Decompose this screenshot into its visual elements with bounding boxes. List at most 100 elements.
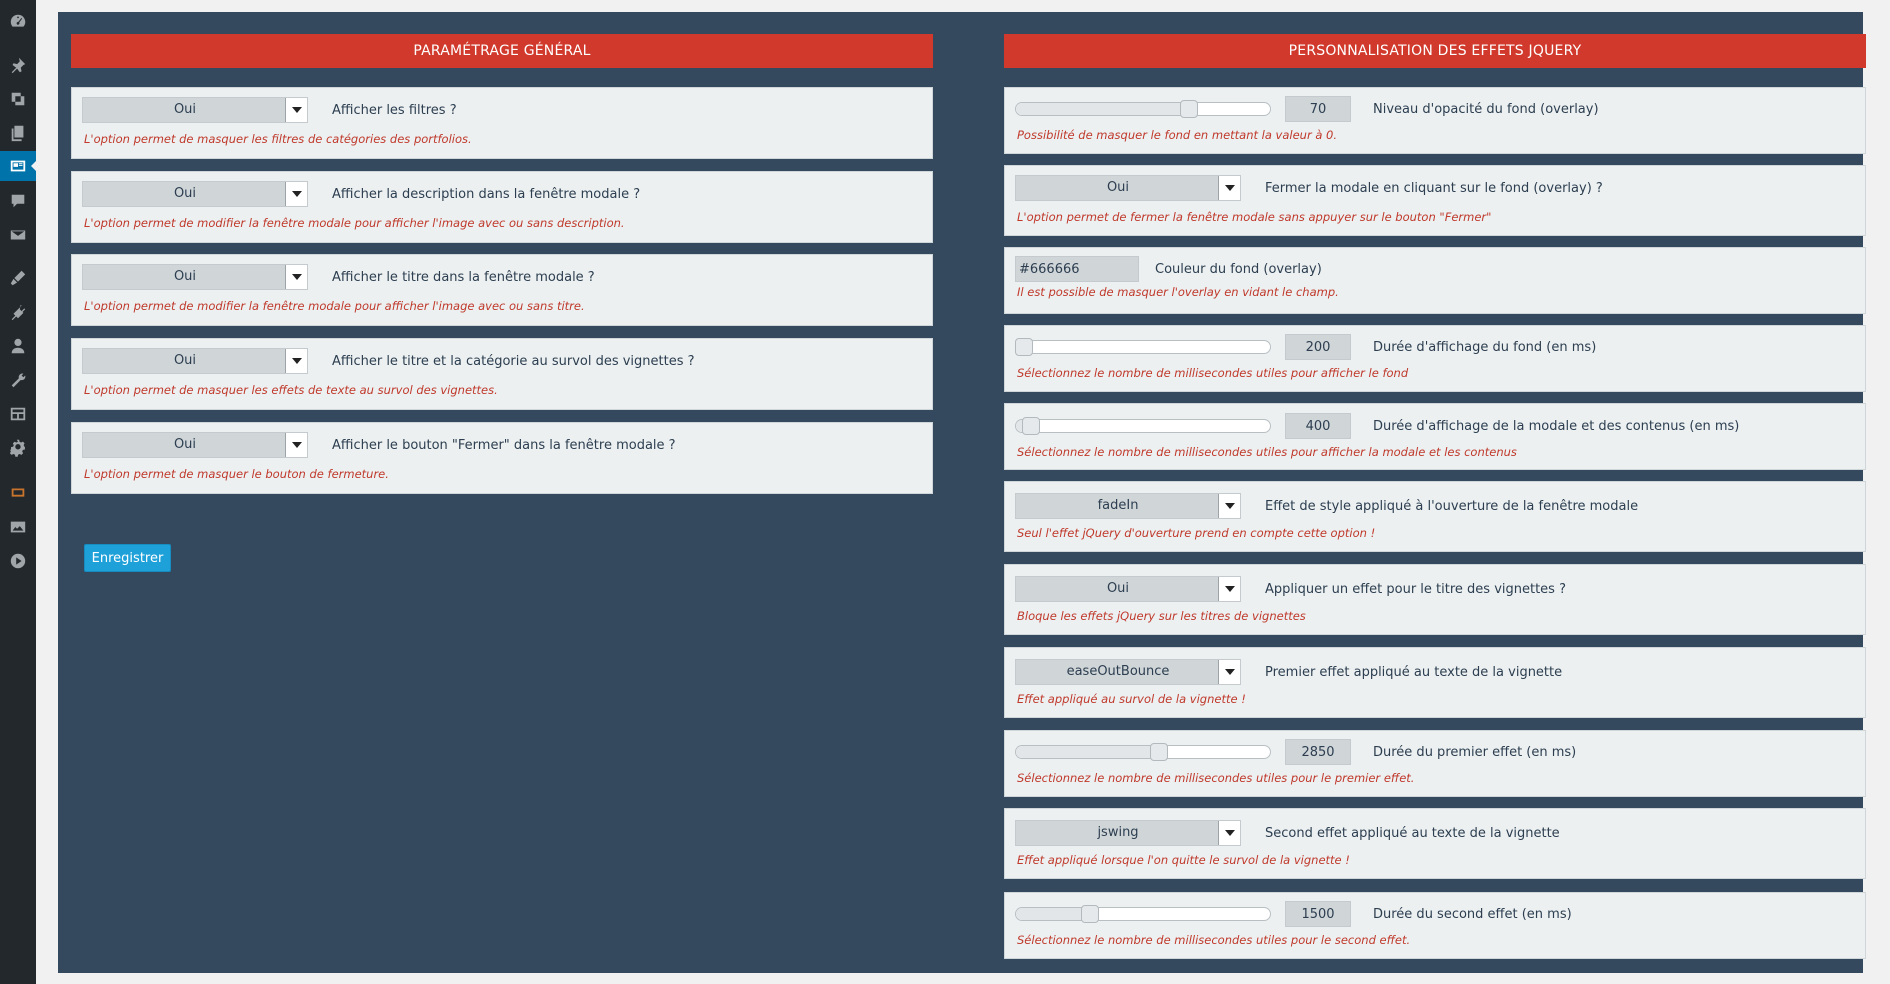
- second-effect-label: Second effet appliqué au texte de la vig…: [1265, 825, 1560, 841]
- appearance-icon[interactable]: [0, 263, 36, 293]
- chevron-down-icon: [285, 182, 307, 206]
- mail-icon[interactable]: [0, 220, 36, 250]
- option-card: Oui Afficher le bouton "Fermer" dans la …: [71, 422, 933, 494]
- option-card: Oui Afficher la description dans la fenê…: [71, 171, 933, 243]
- chevron-down-icon: [1218, 577, 1240, 601]
- first-effect-duration-slider[interactable]: [1015, 743, 1271, 761]
- option-card: Durée du second effet (en ms) Sélectionn…: [1004, 892, 1866, 959]
- plugins-icon[interactable]: [0, 297, 36, 327]
- play-icon[interactable]: [0, 546, 36, 576]
- show-title-select[interactable]: Oui: [82, 264, 308, 290]
- option-card: fadeIn Effet de style appliqué à l'ouver…: [1004, 481, 1866, 552]
- option-card: Durée d'affichage du fond (en ms) Sélect…: [1004, 325, 1866, 392]
- modal-duration-input[interactable]: [1285, 413, 1351, 439]
- first-effect-label: Premier effet appliqué au texte de la vi…: [1265, 664, 1563, 680]
- option-card: Niveau d'opacité du fond (overlay) Possi…: [1004, 87, 1866, 154]
- close-on-overlay-select[interactable]: Oui: [1015, 175, 1241, 201]
- show-description-select[interactable]: Oui: [82, 181, 308, 207]
- overlay-color-label: Couleur du fond (overlay): [1155, 261, 1322, 277]
- chevron-down-icon: [285, 349, 307, 373]
- overlay-opacity-label: Niveau d'opacité du fond (overlay): [1373, 101, 1599, 117]
- slider-handle[interactable]: [1150, 743, 1168, 761]
- slider-handle[interactable]: [1015, 338, 1033, 356]
- overlay-opacity-input[interactable]: [1285, 96, 1351, 122]
- overlay-duration-slider[interactable]: [1015, 338, 1271, 356]
- help-text: Sélectionnez le nombre de millisecondes …: [1017, 771, 1415, 785]
- option-card: jswing Second effet appliqué au texte de…: [1004, 808, 1866, 879]
- show-title-label: Afficher le titre dans la fenêtre modale…: [332, 269, 595, 285]
- option-card: Oui Appliquer un effet pour le titre des…: [1004, 564, 1866, 635]
- help-text: Sélectionnez le nombre de millisecondes …: [1017, 933, 1411, 947]
- help-text: L'option permet de modifier la fenêtre m…: [84, 216, 625, 230]
- settings-panel: PARAMÉTRAGE GÉNÉRAL Oui Afficher les fil…: [58, 12, 1866, 973]
- opening-effect-label: Effet de style appliqué à l'ouverture de…: [1265, 498, 1639, 514]
- comments-icon[interactable]: [0, 186, 36, 216]
- help-text: Sélectionnez le nombre de millisecondes …: [1017, 366, 1409, 380]
- help-text: L'option permet de masquer le bouton de …: [84, 467, 389, 481]
- option-card: Oui Afficher le titre dans la fenêtre mo…: [71, 254, 933, 326]
- second-effect-duration-slider[interactable]: [1015, 905, 1271, 923]
- option-card: Durée du premier effet (en ms) Sélection…: [1004, 730, 1866, 797]
- dashboard-icon[interactable]: [0, 6, 36, 36]
- slides-icon[interactable]: [0, 478, 36, 508]
- show-filters-select[interactable]: Oui: [82, 97, 308, 123]
- help-text: Sélectionnez le nombre de millisecondes …: [1017, 445, 1517, 459]
- help-text: L'option permet de fermer la fenêtre mod…: [1017, 210, 1492, 224]
- chevron-down-icon: [285, 98, 307, 122]
- show-close-button-label: Afficher le bouton "Fermer" dans la fenê…: [332, 437, 676, 453]
- slider-handle[interactable]: [1180, 100, 1198, 118]
- option-card: Oui Afficher le titre et la catégorie au…: [71, 338, 933, 410]
- show-filters-label: Afficher les filtres ?: [332, 102, 457, 118]
- first-effect-duration-label: Durée du premier effet (en ms): [1373, 744, 1577, 760]
- chevron-down-icon: [1218, 494, 1240, 518]
- users-icon[interactable]: [0, 331, 36, 361]
- help-text: Effet appliqué au survol de la vignette …: [1017, 692, 1246, 706]
- show-hover-title-label: Afficher le titre et la catégorie au sur…: [332, 353, 695, 369]
- option-card: Couleur du fond (overlay) Il est possibl…: [1004, 247, 1866, 314]
- slider-handle[interactable]: [1081, 905, 1099, 923]
- option-card: Durée d'affichage de la modale et des co…: [1004, 403, 1866, 470]
- overlay-opacity-slider[interactable]: [1015, 100, 1271, 118]
- admin-sidebar: [0, 0, 37, 984]
- jquery-effects-header: PERSONNALISATION DES EFFETS JQUERY: [1004, 34, 1866, 68]
- option-card: Oui Fermer la modale en cliquant sur le …: [1004, 165, 1866, 236]
- modal-duration-slider[interactable]: [1015, 417, 1271, 435]
- show-description-label: Afficher la description dans la fenêtre …: [332, 186, 641, 202]
- second-effect-select[interactable]: jswing: [1015, 820, 1241, 846]
- help-text: L'option permet de masquer les effets de…: [84, 383, 498, 397]
- show-hover-title-select[interactable]: Oui: [82, 348, 308, 374]
- close-on-overlay-label: Fermer la modale en cliquant sur le fond…: [1265, 180, 1603, 196]
- gallery-icon[interactable]: [0, 512, 36, 542]
- first-effect-duration-input[interactable]: [1285, 739, 1351, 765]
- chevron-down-icon: [1218, 821, 1240, 845]
- help-text: Effet appliqué lorsque l'on quitte le su…: [1017, 853, 1350, 867]
- help-text: Seul l'effet jQuery d'ouverture prend en…: [1017, 526, 1376, 540]
- settings-icon[interactable]: [0, 433, 36, 463]
- help-text: Bloque les effets jQuery sur les titres …: [1017, 609, 1306, 623]
- second-effect-duration-input[interactable]: [1285, 901, 1351, 927]
- option-card: easeOutBounce Premier effet appliqué au …: [1004, 647, 1866, 718]
- help-text: L'option permet de modifier la fenêtre m…: [84, 299, 585, 313]
- pin-icon[interactable]: [0, 50, 36, 80]
- tools-icon[interactable]: [0, 365, 36, 395]
- modal-duration-label: Durée d'affichage de la modale et des co…: [1373, 418, 1740, 434]
- chevron-down-icon: [285, 265, 307, 289]
- opening-effect-select[interactable]: fadeIn: [1015, 493, 1241, 519]
- show-close-button-select[interactable]: Oui: [82, 432, 308, 458]
- help-text: Possibilité de masquer le fond en mettan…: [1017, 128, 1338, 142]
- layout-icon[interactable]: [0, 399, 36, 429]
- overlay-duration-input[interactable]: [1285, 334, 1351, 360]
- portfolio-icon[interactable]: [0, 151, 37, 181]
- thumbnail-title-effect-select[interactable]: Oui: [1015, 576, 1241, 602]
- save-button[interactable]: Enregistrer: [84, 544, 171, 572]
- media-icon[interactable]: [0, 84, 36, 114]
- overlay-color-input[interactable]: [1015, 256, 1139, 282]
- slider-handle[interactable]: [1022, 417, 1040, 435]
- second-effect-duration-label: Durée du second effet (en ms): [1373, 906, 1572, 922]
- first-effect-select[interactable]: easeOutBounce: [1015, 659, 1241, 685]
- help-text: L'option permet de masquer les filtres d…: [84, 132, 472, 146]
- chevron-down-icon: [285, 433, 307, 457]
- pages-icon[interactable]: [0, 118, 36, 148]
- overlay-duration-label: Durée d'affichage du fond (en ms): [1373, 339, 1597, 355]
- help-text: Il est possible de masquer l'overlay en …: [1017, 285, 1339, 299]
